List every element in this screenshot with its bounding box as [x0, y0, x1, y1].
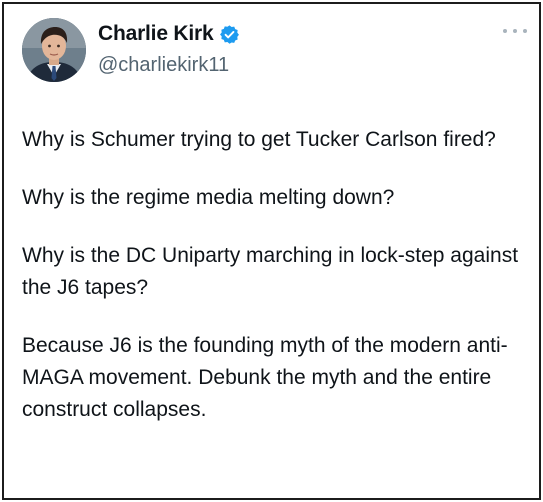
more-dot [503, 29, 507, 33]
display-name[interactable]: Charlie Kirk [98, 22, 214, 46]
verified-badge-icon [220, 24, 240, 44]
user-name-row: Charlie Kirk [98, 22, 240, 46]
tweet-text: Why is Schumer trying to get Tucker Carl… [22, 124, 527, 452]
tweet-paragraph: Because J6 is the founding myth of the m… [22, 334, 508, 421]
tweet-paragraph: Why is Schumer trying to get Tucker Carl… [22, 128, 496, 151]
user-handle[interactable]: @charliekirk11 [98, 54, 229, 77]
more-dot [523, 29, 527, 33]
tweet-paragraph: Why is the DC Uniparty marching in lock-… [22, 244, 519, 299]
tweet-card: Charlie Kirk @charliekirk11 Why is Schum… [2, 2, 541, 500]
more-options-icon[interactable] [503, 26, 527, 36]
avatar-photo [22, 18, 86, 82]
tweet-paragraph: Why is the regime media melting down? [22, 186, 395, 209]
avatar[interactable] [22, 18, 86, 82]
more-dot [513, 29, 517, 33]
